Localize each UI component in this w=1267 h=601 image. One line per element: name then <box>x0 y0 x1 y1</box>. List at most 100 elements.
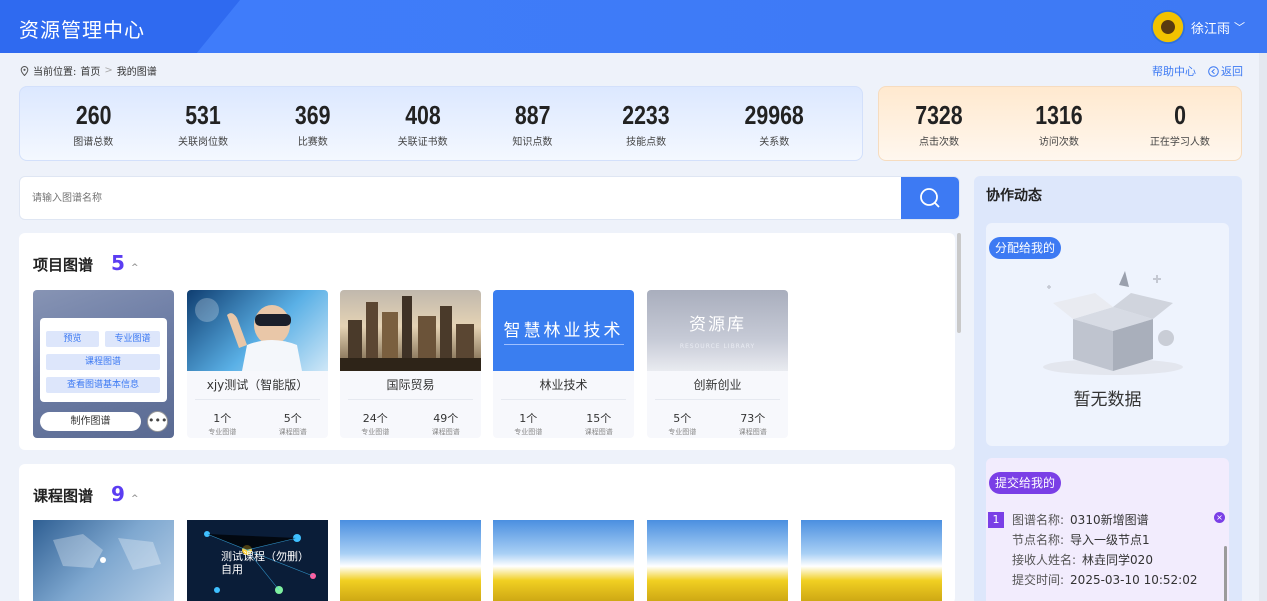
course-card[interactable] <box>801 520 942 601</box>
stat-label: 技能点数 <box>626 136 667 148</box>
item-row-graph-name: 图谱名称: 0310新增图谱 <box>1012 510 1198 530</box>
major-graph-button[interactable]: 专业图谱 <box>105 331 160 347</box>
make-graph-button[interactable]: 制作图谱 <box>40 412 141 431</box>
row-value: 导入一级节点1 <box>1070 533 1150 547</box>
metric-course: 49个 课程图谱 <box>432 410 460 437</box>
item-details: 图谱名称: 0310新增图谱 节点名称: 导入一级节点1 接收人姓名: 林垚同学020… <box>1012 510 1198 590</box>
graph-card-hover[interactable]: 预览 专业图谱 课程图谱 查看图谱基本信息 制作图谱 ••• <box>33 290 174 438</box>
stats-secondary: 7328 点击次数 1316 访问次数 0 正在学习人数 <box>878 86 1242 161</box>
stat-label: 点击次数 <box>918 136 959 148</box>
item-row-time: 提交时间: 2025-03-10 10:52:02 <box>1012 570 1198 590</box>
card-hover-overlay: 预览 专业图谱 课程图谱 查看图谱基本信息 制作图谱 ••• <box>33 290 174 438</box>
graph-card[interactable]: 国际贸易 24个 专业图谱 49个 课程图谱 <box>340 290 481 438</box>
stat-label: 访问次数 <box>1038 136 1079 148</box>
metric-label: 专业图谱 <box>668 428 697 436</box>
card-metrics: 5个 专业图谱 73个 课程图谱 <box>647 410 788 437</box>
course-card[interactable] <box>340 520 481 601</box>
close-icon[interactable]: × <box>1214 512 1225 523</box>
breadcrumb: 当前位置: 首页 > 我的图谱 <box>20 63 157 78</box>
stat-value: 1316 <box>1035 99 1083 130</box>
user-name[interactable]: 徐江雨 <box>1191 18 1230 37</box>
row-value: 林垚同学020 <box>1082 553 1153 567</box>
view-info-button[interactable]: 查看图谱基本信息 <box>46 377 160 393</box>
collapse-icon[interactable]: ^ <box>131 494 139 504</box>
assigned-tag: 分配给我的 <box>989 237 1062 259</box>
side-scrollbar[interactable] <box>1224 546 1227 601</box>
thumbnail-text: 智慧林业技术 <box>503 316 624 345</box>
stat-label: 正在学习人数 <box>1149 136 1210 148</box>
collapse-icon[interactable]: ^ <box>131 263 139 273</box>
search-bar <box>19 176 960 220</box>
back-label[interactable]: 返回 <box>1221 63 1243 79</box>
breadcrumb-current: 我的图谱 <box>116 67 157 78</box>
graph-card[interactable]: 智慧林业技术 林业技术 1个专业图谱 15个 课程图谱 <box>493 290 634 438</box>
stat-label: 知识点数 <box>512 136 553 148</box>
stats-primary: 260 图谱总数 531 关联岗位数 369 比赛数 408 关联证书数 887 知识点数… <box>19 86 863 161</box>
help-link[interactable]: 帮助中心 <box>1152 63 1196 79</box>
card-thumbnail <box>340 290 481 371</box>
course-card[interactable] <box>493 520 634 601</box>
metric-major: 24个 专业图谱 <box>361 410 389 437</box>
card-name: 创新创业 <box>655 376 780 400</box>
page-scrollbar[interactable] <box>1259 53 1267 601</box>
stat-value: 408 <box>404 99 441 130</box>
thumbnail-subtext: RESOURCE LIBRARY <box>679 343 756 350</box>
course-card[interactable] <box>33 520 174 601</box>
course-card[interactable]: 测试课程（勿删）自用 <box>187 520 328 601</box>
graph-card[interactable]: xjy测试（智能版） 1个 专业图谱 5个 课程图谱 <box>187 290 328 438</box>
metric-major: 5个专业图谱 <box>668 410 696 437</box>
submission-item[interactable]: 1 图谱名称: 0310新增图谱 节点名称: 导入一级节点1 接收人姓名: 林垚同学0… <box>988 510 1198 590</box>
breadcrumb-prefix: 当前位置: <box>33 67 77 78</box>
preview-button[interactable]: 预览 <box>46 331 99 347</box>
chevron-down-icon[interactable]: ﹀ <box>1234 19 1245 35</box>
card-thumbnail <box>187 290 328 371</box>
stat-value: 7328 <box>915 99 963 130</box>
app-title: 资源管理中心 <box>19 18 145 42</box>
stat-skills: 2233 技能点数 <box>617 100 675 148</box>
user-menu[interactable]: 徐江雨 ﹀ <box>1150 10 1245 44</box>
app-header: 资源管理中心 徐江雨 ﹀ <box>0 0 1267 53</box>
metric-label: 专业图谱 <box>208 428 237 436</box>
metric-label: 专业图谱 <box>514 428 543 436</box>
course-graph-button[interactable]: 课程图谱 <box>46 354 160 370</box>
card-metrics: 1个专业图谱 15个 课程图谱 <box>493 410 634 437</box>
card-name: 林业技术 <box>501 376 626 400</box>
stat-relations: 29968 关系数 <box>738 100 810 148</box>
back-icon[interactable] <box>1208 65 1219 77</box>
avatar[interactable] <box>1150 10 1185 44</box>
metric-course: 15个 课程图谱 <box>585 410 613 437</box>
row-value: 2025-03-10 10:52:02 <box>1070 573 1198 587</box>
submitted-to-me-box: 提交给我的 1 图谱名称: 0310新增图谱 节点名称: 导入一级节点1 接收人姓名… <box>986 458 1229 601</box>
assigned-to-me-box: 分配给我的 暂无数据 <box>986 223 1229 446</box>
metric-value: 1个 <box>213 412 232 425</box>
graph-card[interactable]: 资源库 RESOURCE LIBRARY 创新创业 5个 专业图谱 73个 课程图谱 <box>647 290 788 438</box>
stat-label: 关系数 <box>759 136 790 148</box>
row-key: 图谱名称: <box>1012 513 1065 527</box>
row-key: 提交时间: <box>1012 573 1065 587</box>
metric-major: 1个专业图谱 <box>208 410 236 437</box>
metric-value: 49个 <box>433 412 459 425</box>
metric-value: 5个 <box>673 412 692 425</box>
item-row-node-name: 节点名称: 导入一级节点1 <box>1012 530 1198 550</box>
stat-value: 2233 <box>622 99 670 130</box>
back-link[interactable]: 返回 <box>1208 63 1243 79</box>
more-icon[interactable]: ••• <box>147 411 168 432</box>
stat-graphs: 260 图谱总数 <box>72 100 115 148</box>
course-card[interactable] <box>647 520 788 601</box>
metric-value: 5个 <box>283 412 302 425</box>
metric-value: 15个 <box>586 412 612 425</box>
course-card-text: 测试课程（勿删）自用 <box>221 550 309 576</box>
metric-value: 1个 <box>519 412 538 425</box>
panel-scrollbar[interactable] <box>957 233 961 333</box>
stat-value: 369 <box>295 99 331 130</box>
top-links: 帮助中心 返回 <box>1152 63 1243 79</box>
empty-box-icon <box>1043 271 1183 375</box>
section-count: 5 <box>111 251 125 275</box>
project-graph-panel: 项目图谱 5 ^ 预览 专业图谱 课程图谱 查看图谱基本信息 制作图谱 ••• <box>19 233 961 450</box>
row-value: 0310新增图谱 <box>1070 513 1149 527</box>
search-button[interactable] <box>901 177 959 219</box>
search-icon[interactable] <box>919 187 941 209</box>
search-input[interactable] <box>20 177 900 219</box>
card-action-menu: 预览 专业图谱 课程图谱 查看图谱基本信息 <box>40 318 167 402</box>
breadcrumb-home[interactable]: 首页 <box>80 63 100 78</box>
